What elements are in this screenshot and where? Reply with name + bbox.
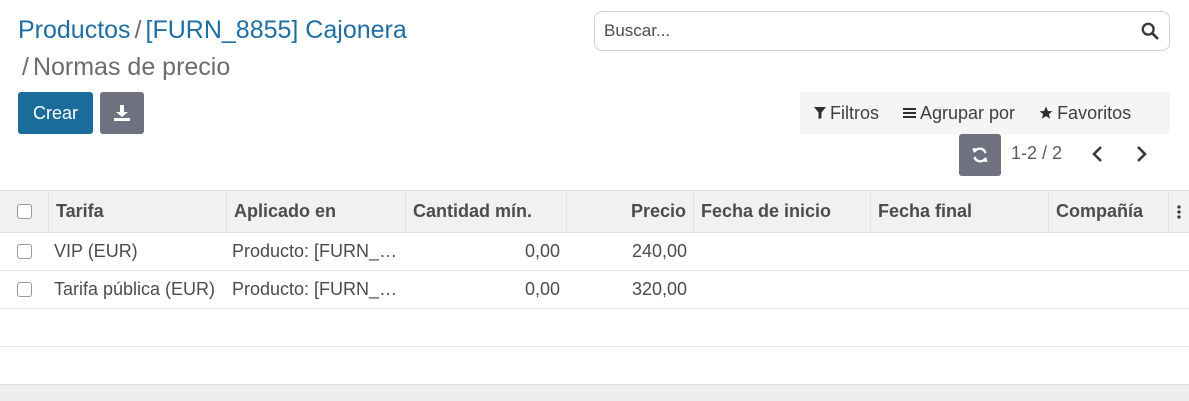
table-row[interactable]: VIP (EUR) Producto: [FURN_8855] Cajonera… — [0, 233, 1189, 271]
row-checkbox[interactable] — [17, 244, 32, 259]
breadcrumb: Productos / [FURN_8855] Cajonera / Normas d… — [18, 12, 578, 86]
row-select-cell — [0, 233, 49, 270]
cell-company — [1049, 233, 1169, 270]
download-icon — [114, 105, 130, 121]
column-header-price[interactable]: Precio — [567, 191, 694, 232]
empty-row — [0, 347, 1189, 385]
cell-start-date — [694, 233, 871, 270]
page-title: Normas de precio — [32, 53, 231, 81]
table-footer — [0, 384, 1189, 401]
table-row[interactable]: Tarifa pública (EUR) Producto: [FURN_885… — [0, 271, 1189, 309]
breadcrumb-separator: / — [22, 53, 29, 81]
column-header-start-date[interactable]: Fecha de inicio — [694, 191, 871, 232]
column-header-applied-on[interactable]: Aplicado en — [227, 191, 406, 232]
group-by-toggle[interactable]: Agrupar por — [903, 103, 1015, 124]
cell-spacer — [1169, 271, 1189, 308]
filters-label: Filtros — [830, 102, 879, 123]
download-button[interactable] — [100, 92, 144, 134]
refresh-button[interactable] — [959, 134, 1001, 176]
cell-price: 320,00 — [631, 279, 687, 299]
select-all-checkbox[interactable] — [16, 204, 32, 219]
search-icon[interactable] — [1141, 22, 1159, 40]
favorites-label: Favoritos — [1057, 102, 1132, 123]
filters-toggle[interactable]: Filtros — [814, 103, 879, 124]
column-header-end-date[interactable]: Fecha final — [871, 191, 1049, 232]
breadcrumb-product-link[interactable]: [FURN_8855] Cajonera — [146, 16, 407, 44]
cell-min-quantity: 0,00 — [524, 279, 560, 299]
cell-tarifa: VIP (EUR) — [54, 241, 138, 261]
cell-price: 240,00 — [631, 241, 687, 261]
cell-tarifa: Tarifa pública (EUR) — [54, 279, 216, 299]
search-input[interactable] — [595, 12, 1115, 50]
cell-spacer — [1169, 233, 1189, 270]
table-header: Tarifa Aplicado en Cantidad mín. Precio … — [0, 190, 1189, 233]
breadcrumb-products-link[interactable]: Productos — [18, 16, 131, 44]
search-box — [594, 11, 1170, 51]
pager-value[interactable]: 1-2 / 2 — [1011, 143, 1062, 164]
column-header-tarifa[interactable]: Tarifa — [49, 191, 227, 232]
empty-row — [0, 309, 1189, 347]
cell-end-date — [871, 233, 1049, 270]
cell-company — [1049, 271, 1169, 308]
chevron-left-icon[interactable] — [1088, 144, 1108, 164]
cell-applied-on: Producto: [FURN_8855] Cajonera — [232, 279, 401, 299]
breadcrumb-separator: / — [134, 16, 142, 44]
star-icon — [1039, 106, 1053, 119]
row-select-cell — [0, 271, 49, 308]
column-header-company[interactable]: Compañía — [1049, 191, 1169, 232]
pricelist-rules-table: Tarifa Aplicado en Cantidad mín. Precio … — [0, 190, 1189, 385]
favorites-toggle[interactable]: Favoritos — [1039, 103, 1131, 124]
select-all-cell — [0, 191, 49, 232]
cell-applied-on: Producto: [FURN_8855] Cajonera — [232, 241, 401, 261]
cell-end-date — [871, 271, 1049, 308]
row-checkbox[interactable] — [17, 282, 32, 297]
column-header-min-quantity[interactable]: Cantidad mín. — [406, 191, 567, 232]
optional-columns-toggle[interactable] — [1169, 191, 1189, 232]
create-button[interactable]: Crear — [18, 92, 93, 134]
search-panel-options: Filtros Agrupar por Favoritos — [800, 92, 1170, 134]
ellipsis-vertical-icon — [1177, 204, 1181, 219]
cell-start-date — [694, 271, 871, 308]
chevron-right-icon[interactable] — [1131, 144, 1151, 164]
bars-icon — [903, 108, 916, 118]
filter-icon — [814, 107, 826, 119]
refresh-icon — [972, 147, 988, 163]
cell-min-quantity: 0,00 — [524, 241, 560, 261]
group-by-label: Agrupar por — [920, 102, 1016, 123]
